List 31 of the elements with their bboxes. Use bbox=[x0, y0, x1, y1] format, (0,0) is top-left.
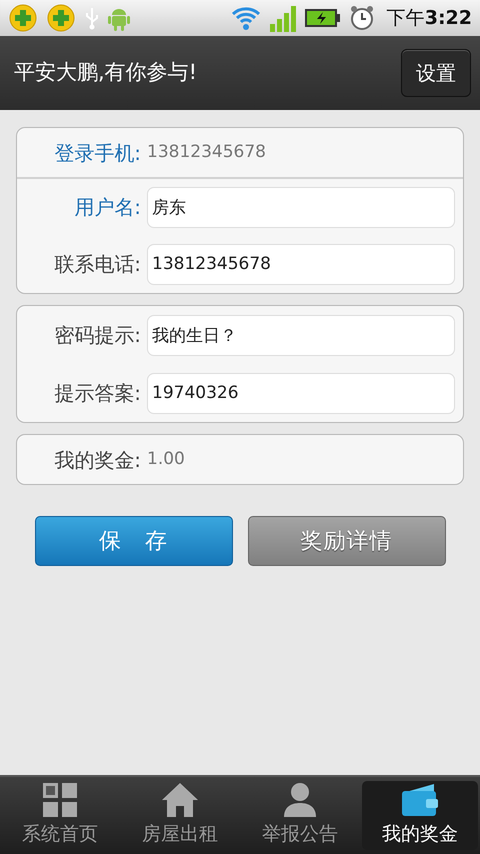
person-icon bbox=[282, 782, 318, 818]
field-label: 登录手机: bbox=[53, 140, 141, 166]
grid-icon bbox=[42, 782, 78, 818]
input-field[interactable]: 13812345678 bbox=[147, 244, 455, 284]
input-field[interactable]: 房东 bbox=[147, 186, 455, 228]
plus-badge-icon[interactable] bbox=[8, 3, 38, 33]
clock-time: 下午3:22 bbox=[386, 6, 472, 31]
tab[interactable]: 系统首页 bbox=[2, 781, 118, 850]
input-field[interactable]: 我的生日？ bbox=[147, 314, 455, 356]
header-title: 平安大鹏,有你参与! bbox=[14, 59, 198, 86]
tab[interactable]: 房屋出租 bbox=[122, 781, 238, 850]
field-value: 13812345678 bbox=[147, 140, 266, 164]
input-field[interactable]: 19740326 bbox=[147, 372, 455, 414]
settings-button[interactable]: 设置 bbox=[401, 49, 471, 97]
wallet-icon bbox=[400, 782, 440, 818]
home-icon bbox=[161, 782, 199, 818]
signal-icon bbox=[268, 4, 297, 32]
field-label: 提示答案: bbox=[53, 380, 141, 407]
wifi-icon bbox=[230, 5, 261, 31]
usb-icon bbox=[84, 6, 100, 30]
tab[interactable]: 我的奖金 bbox=[362, 781, 478, 850]
field-value: 1.00 bbox=[147, 448, 185, 471]
plus-badge-icon[interactable] bbox=[46, 3, 76, 33]
tab[interactable]: 举报公告 bbox=[242, 781, 358, 850]
field-label: 用户名: bbox=[73, 194, 141, 221]
field-label: 联系电话: bbox=[53, 251, 141, 278]
field-label: 我的奖金: bbox=[53, 446, 141, 474]
save-button[interactable]: 保 存 bbox=[34, 516, 232, 566]
field-label: 密码提示: bbox=[53, 322, 141, 349]
battery-icon bbox=[304, 8, 341, 28]
alarm-clock-icon bbox=[348, 5, 375, 31]
